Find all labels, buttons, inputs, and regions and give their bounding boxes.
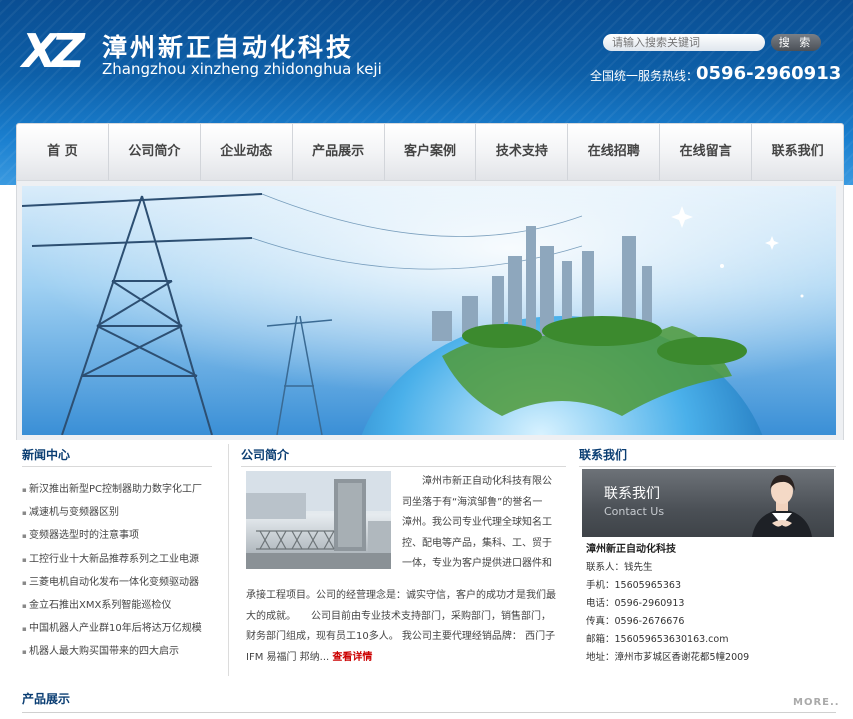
nav-item-support[interactable]: 技术支持	[476, 124, 569, 180]
nav-item-message[interactable]: 在线留言	[660, 124, 753, 180]
contact-company: 漳州新正自动化科技	[586, 544, 676, 555]
news-item[interactable]: 新汉推出新型PC控制器助力数字化工厂	[22, 478, 212, 501]
news-item[interactable]: 工控行业十大新品推荐系列之工业电源	[22, 548, 212, 571]
contact-banner-cn: 联系我们	[604, 486, 660, 502]
contact-address: 地址：漳州市芗城区香谢花都5幢2009	[586, 652, 750, 663]
hotline-number: 0596-2960913	[696, 63, 842, 84]
nav-item-news[interactable]: 企业动态	[201, 124, 293, 180]
column-separator	[228, 444, 229, 676]
news-item[interactable]: 减速机与变频器区别	[22, 501, 212, 524]
customer-service-agent-icon	[752, 475, 812, 537]
news-item[interactable]: 金立石推出XMX系列智能巡检仪	[22, 594, 212, 617]
search-button[interactable]: 搜 索	[771, 34, 821, 51]
nav-item-home[interactable]: 首 页	[17, 124, 109, 180]
contact-banner-en: Contact Us	[604, 505, 665, 518]
about-line: 一体，专业为客户提供进口器件和	[402, 558, 552, 569]
products-divider	[22, 712, 836, 713]
nav-item-cases[interactable]: 客户案例	[385, 124, 477, 180]
news-item[interactable]: 三菱电机自动化发布一体化变频驱动器	[22, 571, 212, 594]
nav-item-contact[interactable]: 联系我们	[752, 124, 843, 180]
about-title: 公司简介	[241, 448, 290, 462]
hotline-label: 全国统一服务热线：	[590, 69, 699, 83]
contact-person: 联系人：钱先生	[586, 562, 653, 573]
contact-email: 邮箱：156059653630163.com	[586, 634, 729, 645]
contact-banner: 联系我们 Contact Us	[582, 469, 834, 537]
logo-mark[interactable]: XZ	[22, 28, 92, 74]
nav-item-about[interactable]: 公司简介	[109, 124, 201, 180]
about-line: IFM 易福门 邦纳...	[246, 651, 333, 663]
news-item[interactable]: 中国机器人产业群10年后将达万亿规模	[22, 617, 212, 640]
main-nav: 首 页 公司简介 企业动态 产品展示 客户案例 技术支持 在线招聘 在线留言 联…	[16, 123, 844, 181]
products-title: 产品展示	[22, 692, 71, 706]
about-text-right: 漳州市新正自动化科技有限公 司坐落于有“海滨邹鲁”的誉名一 漳州。我公司专业代理…	[402, 472, 567, 575]
about-line: 财务部门组成，现有员工10多人。 我公司主要代理经销品牌： 西门子	[246, 631, 556, 642]
about-line: 司坐落于有“海滨邹鲁”的誉名一	[402, 496, 543, 508]
contact-mobile: 手机：15605965363	[586, 580, 681, 591]
nav-item-jobs[interactable]: 在线招聘	[568, 124, 661, 180]
nav-item-products[interactable]: 产品展示	[293, 124, 385, 180]
news-divider	[22, 466, 212, 467]
about-line: 承接工程项目。公司的经营理念是：诚实守信，客户的成功才是我们最	[246, 590, 556, 601]
search-input[interactable]	[603, 34, 765, 51]
contact-phone: 电话：0596-2960913	[586, 598, 685, 609]
news-title: 新闻中心	[22, 448, 71, 462]
news-item[interactable]: 变频器选型时的注意事项	[22, 524, 212, 547]
about-line: 漳州。我公司专业代理全球知名工	[402, 517, 552, 528]
about-last-line: IFM 易福门 邦纳... 查看详情	[246, 648, 568, 669]
contact-info: 漳州新正自动化科技 联系人：钱先生 手机：15605965363 电话：0596…	[586, 541, 836, 667]
contact-fax: 传真：0596-2676676	[586, 616, 685, 627]
company-photo	[246, 471, 391, 569]
about-divider	[241, 466, 566, 467]
page: XZ 漳州新正自动化科技 Zhangzhou xinzheng zhidongh…	[0, 0, 853, 719]
company-name-en: Zhangzhou xinzheng zhidonghua keji	[102, 60, 382, 78]
company-name-cn: 漳州新正自动化科技	[102, 33, 355, 62]
about-line: 大的成就。 公司目前由专业技术支持部门，采购部门，销售部门，	[246, 610, 551, 622]
contact-divider	[579, 466, 836, 467]
about-line: 漳州市新正自动化科技有限公	[422, 476, 552, 487]
news-list: 新汉推出新型PC控制器助力数字化工厂 减速机与变频器区别 变频器选型时的注意事项…	[22, 478, 212, 664]
banner-illustration	[22, 186, 836, 435]
about-line: 控、配电等产品，集科、工、贸于	[402, 537, 552, 549]
read-more-link[interactable]: 查看详情	[332, 652, 372, 663]
about-text-full: 承接工程项目。公司的经营理念是：诚实守信，客户的成功才是我们最 大的成就。 公司…	[246, 586, 568, 668]
contact-title: 联系我们	[579, 448, 628, 462]
news-item[interactable]: 机器人最大购买国带来的四大启示	[22, 640, 212, 663]
products-more-link[interactable]: MORE..	[793, 697, 840, 708]
banner-image	[22, 186, 836, 435]
building-photo-icon	[246, 471, 391, 569]
